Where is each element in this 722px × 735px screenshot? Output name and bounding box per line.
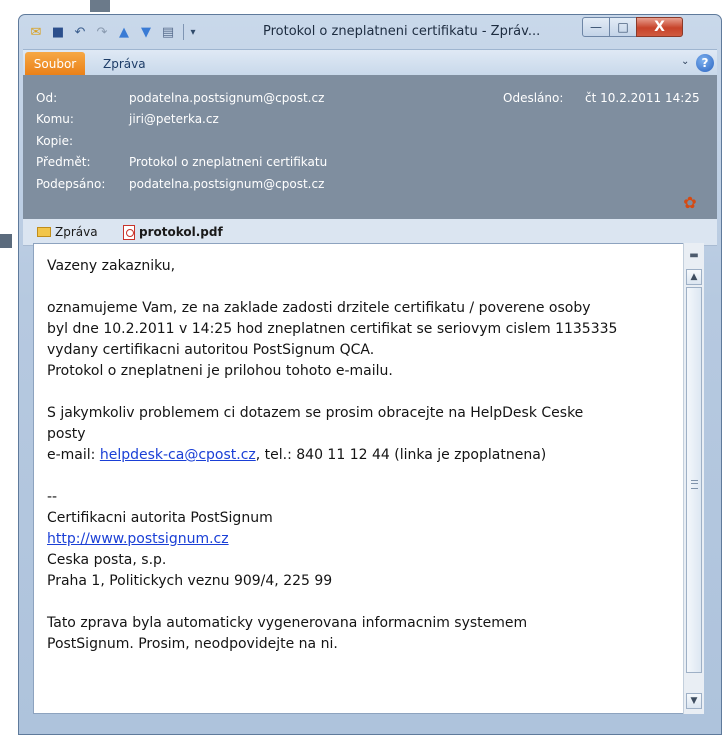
from-label: Od: — [36, 91, 58, 105]
save-icon[interactable]: ■ — [49, 23, 67, 41]
tab-soubor[interactable]: Soubor — [25, 52, 85, 76]
scroll-up-button[interactable]: ▲ — [686, 269, 702, 285]
to-label: Komu: — [36, 112, 74, 126]
body-line: Protokol o zneplatneni je prilohou tohot… — [47, 363, 393, 379]
body-line: posty — [47, 426, 86, 442]
message-tab-label: Zpráva — [55, 225, 98, 239]
signature-line: Praha 1, Politickych veznu 909/4, 225 99 — [47, 573, 333, 589]
message-attachment-tab[interactable]: Zpráva — [37, 222, 98, 242]
ribbon-collapse-icon[interactable]: ⌄ — [681, 56, 689, 67]
body-line: byl dne 10.2.2011 v 14:25 hod zneplatnen… — [47, 321, 618, 337]
toolbar-separator — [183, 24, 184, 40]
close-button[interactable]: X — [636, 17, 683, 37]
sent-value: čt 10.2.2011 14:25 — [585, 91, 700, 105]
contact-line: e-mail: helpdesk-ca@cpost.cz, tel.: 840 … — [47, 445, 677, 466]
minimize-button[interactable]: — — [582, 17, 610, 37]
signature-line: Certifikacni autorita PostSignum — [47, 510, 273, 526]
signed-value[interactable]: podatelna.postsignum@cpost.cz — [129, 177, 324, 191]
message-header: Od: podatelna.postsignum@cpost.cz Komu: … — [23, 75, 717, 219]
digital-signature-icon[interactable]: ✿ — [681, 193, 699, 212]
subject-label: Předmět: — [36, 155, 91, 169]
print-icon[interactable]: ▤ — [159, 23, 177, 41]
contact-suffix: , tel.: 840 11 12 44 (linka je zpoplatne… — [255, 447, 547, 463]
message-window: ✉ ■ ↶ ↷ ▲ ▼ ▤ ▾ Protokol o zneplatneni c… — [18, 14, 722, 735]
down-arrow-icon[interactable]: ▼ — [137, 23, 155, 41]
subject-value: Protokol o zneplatneni certifikatu — [129, 155, 328, 169]
contact-prefix: e-mail: — [47, 447, 100, 463]
pdf-attachment-label: protokol.pdf — [139, 225, 223, 239]
pdf-icon — [123, 224, 135, 240]
pdf-attachment[interactable]: protokol.pdf — [123, 222, 223, 242]
desktop-background — [0, 0, 18, 735]
from-value[interactable]: podatelna.postsignum@cpost.cz — [129, 91, 324, 105]
message-body[interactable]: Vazeny zakazniku, oznamujeme Vam, ze na … — [33, 243, 695, 714]
grip-icon — [691, 480, 698, 489]
undo-icon[interactable]: ↶ — [71, 23, 89, 41]
to-value[interactable]: jiri@peterka.cz — [129, 112, 219, 126]
desktop-fragment — [0, 234, 12, 248]
message-text: Vazeny zakazniku, oznamujeme Vam, ze na … — [47, 256, 677, 676]
website-link[interactable]: http://www.postsignum.cz — [47, 529, 677, 550]
ribbon-tabs: Soubor Zpráva ⌄ ? — [23, 49, 717, 76]
redo-icon[interactable]: ↷ — [93, 23, 111, 41]
title-bar: ✉ ■ ↶ ↷ ▲ ▼ ▤ ▾ Protokol o zneplatneni c… — [19, 15, 721, 49]
helpdesk-email-link[interactable]: helpdesk-ca@cpost.cz — [100, 447, 256, 463]
body-line: S jakymkoliv problemem ci dotazem se pro… — [47, 405, 584, 421]
footer-line: PostSignum. Prosim, neodpovidejte na ni. — [47, 636, 338, 652]
signature-line: Ceska posta, s.p. — [47, 552, 167, 568]
envelope-icon — [37, 227, 51, 237]
signature-dashes: -- — [47, 489, 58, 505]
tab-zprava[interactable]: Zpráva — [103, 52, 146, 76]
signed-label: Podepsáno: — [36, 177, 106, 191]
attachments-bar: Zpráva protokol.pdf — [23, 219, 717, 246]
body-line: vydany certifikacni autoritou PostSignum… — [47, 342, 375, 358]
maximize-button[interactable]: □ — [609, 17, 637, 37]
scrollbar-thumb[interactable] — [686, 287, 702, 673]
window-title: Protokol o zneplatneni certifikatu - Zpr… — [263, 24, 541, 39]
cc-label: Kopie: — [36, 134, 73, 148]
scroll-down-button[interactable]: ▼ — [686, 693, 702, 709]
split-handle-icon[interactable]: ▬ — [684, 245, 704, 265]
footer-line: Tato zprava byla automaticky vygenerovan… — [47, 615, 528, 631]
vertical-scrollbar[interactable]: ▬ ▲ ▼ — [683, 243, 704, 714]
up-arrow-icon[interactable]: ▲ — [115, 23, 133, 41]
greeting-line: Vazeny zakazniku, — [47, 258, 176, 274]
desktop-fragment-top — [90, 0, 110, 12]
mail-icon[interactable]: ✉ — [27, 23, 45, 41]
help-icon[interactable]: ? — [696, 54, 714, 72]
sent-label: Odesláno: — [503, 91, 564, 105]
body-line: oznamujeme Vam, ze na zaklade zadosti dr… — [47, 300, 591, 316]
customize-icon[interactable]: ▾ — [187, 23, 199, 41]
